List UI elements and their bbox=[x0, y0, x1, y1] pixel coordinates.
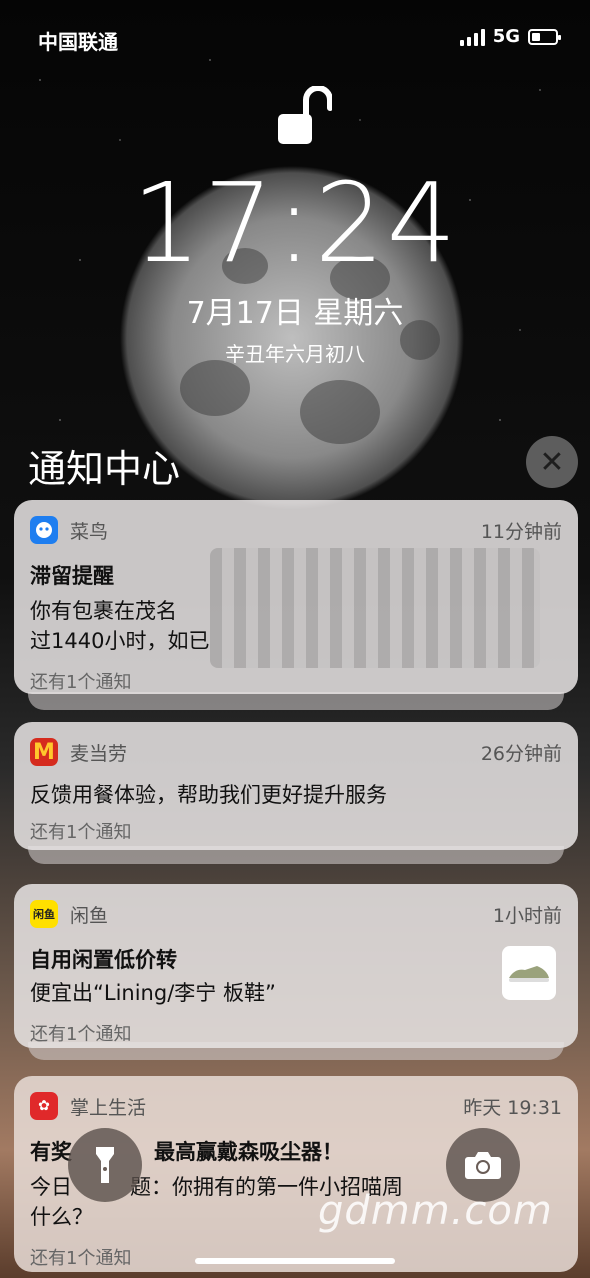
battery-icon bbox=[528, 28, 561, 45]
sneaker-thumbnail bbox=[502, 946, 556, 1000]
notification-body: 便宜出“Lining/李宁 板鞋” bbox=[30, 978, 562, 1008]
cainiao-app-icon bbox=[30, 516, 58, 544]
notification-body-line: 便宜出“Lining/李宁 板鞋” bbox=[30, 981, 276, 1005]
home-indicator[interactable] bbox=[195, 1258, 395, 1264]
zhangshang-app-icon: ✿ bbox=[30, 1092, 58, 1120]
watermark-text: gdmm.com bbox=[318, 1188, 553, 1234]
notification-time: 1小时前 bbox=[492, 904, 562, 927]
flashlight-icon bbox=[96, 1147, 114, 1183]
notification-title: 自用闲置低价转 bbox=[30, 948, 177, 972]
app-name: 菜鸟 bbox=[70, 520, 109, 543]
more-notifications-label: 还有1个通知 bbox=[30, 1024, 132, 1045]
notification-stack-xianyu[interactable]: 闲鱼 闲鱼 1小时前 自用闲置低价转 便宜出“Lining/李宁 板鞋” 还有1… bbox=[14, 884, 578, 1066]
app-name: 麦当劳 bbox=[70, 742, 128, 765]
app-name: 掌上生活 bbox=[70, 1096, 147, 1119]
more-notifications-label: 还有1个通知 bbox=[30, 672, 132, 693]
notification-body-line: 反馈用餐体验，帮助我们更好提升服务 bbox=[30, 783, 387, 807]
moon-crater bbox=[180, 360, 250, 416]
notification-center-title: 通知中心 bbox=[28, 447, 181, 491]
more-notifications-label: 还有1个通知 bbox=[30, 822, 132, 843]
notification-card[interactable]: 闲鱼 闲鱼 1小时前 自用闲置低价转 便宜出“Lining/李宁 板鞋” 还有1… bbox=[14, 884, 578, 1048]
mcdonalds-app-icon: M bbox=[30, 738, 58, 766]
carrier-label: 中国联通 bbox=[38, 30, 118, 54]
status-bar: 中国联通 5G bbox=[0, 0, 590, 78]
flashlight-button[interactable] bbox=[68, 1128, 142, 1202]
notification-stack-mcdonalds[interactable]: M 麦当劳 26分钟前 反馈用餐体验，帮助我们更好提升服务 还有1个通知 bbox=[14, 722, 578, 872]
app-name: 闲鱼 bbox=[70, 904, 109, 927]
notification-time: 11分钟前 bbox=[480, 520, 562, 543]
notification-card[interactable]: M 麦当劳 26分钟前 反馈用餐体验，帮助我们更好提升服务 还有1个通知 bbox=[14, 722, 578, 850]
unlocked-padlock-icon bbox=[278, 86, 332, 144]
blurred-thumbnail bbox=[210, 548, 540, 668]
camera-icon bbox=[465, 1152, 501, 1179]
notification-title-end: 最高赢戴森吸尘器！ bbox=[154, 1140, 343, 1164]
moon-crater bbox=[300, 380, 380, 444]
notification-body: 反馈用餐体验，帮助我们更好提升服务 bbox=[30, 780, 562, 810]
lock-time: 17:24 bbox=[131, 159, 459, 287]
notification-title-start: 有奖 bbox=[30, 1140, 72, 1164]
network-label: 5G bbox=[492, 26, 520, 47]
lunar-date: 辛丑年六月初八 bbox=[225, 342, 365, 366]
lock-date: 7月17日 星期六 bbox=[186, 296, 404, 331]
status-indicators: 5G bbox=[459, 26, 561, 47]
notification-body-start: 今日 bbox=[30, 1175, 72, 1199]
clear-notifications-button[interactable]: ✕ bbox=[526, 436, 578, 488]
notification-time: 26分钟前 bbox=[480, 742, 562, 765]
signal-icon bbox=[459, 28, 485, 46]
xianyu-app-icon: 闲鱼 bbox=[30, 900, 58, 928]
more-notifications-label: 还有1个通知 bbox=[30, 1248, 132, 1269]
close-icon: ✕ bbox=[539, 444, 565, 480]
notification-time: 昨天 19:31 bbox=[463, 1096, 562, 1119]
